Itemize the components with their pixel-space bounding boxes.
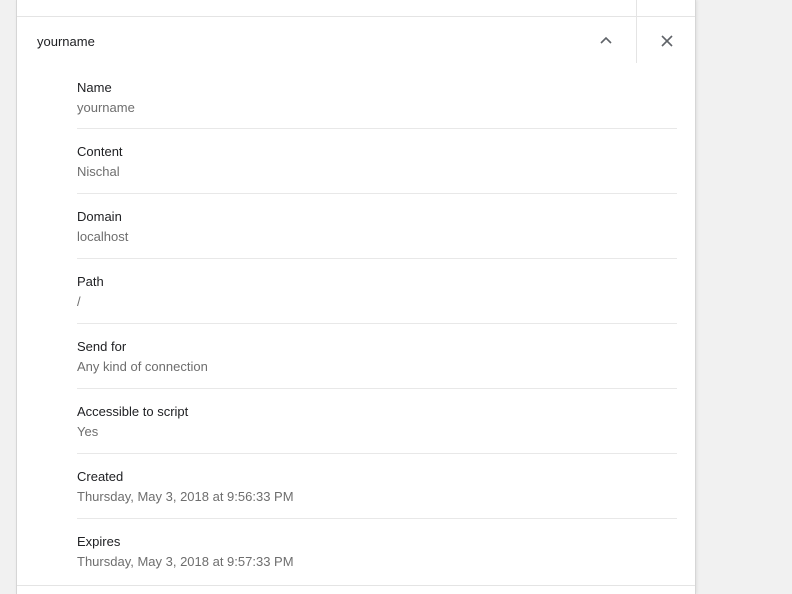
field-label: Path xyxy=(77,274,104,289)
field-value: Thursday, May 3, 2018 at 9:56:33 PM xyxy=(77,489,294,504)
collapse-button[interactable] xyxy=(591,25,621,55)
field-label: Accessible to script xyxy=(77,404,189,419)
field-label: Content xyxy=(77,144,123,159)
remove-cookie-button[interactable] xyxy=(652,26,682,56)
previous-cookie-row[interactable] xyxy=(17,0,695,17)
field-label: Domain xyxy=(77,209,122,224)
cookie-list-card: yourname Name yourname Content Nischal D… xyxy=(16,0,696,594)
cookie-title: yourname xyxy=(37,34,95,49)
close-icon xyxy=(661,35,673,47)
chevron-up-icon xyxy=(600,36,612,44)
field-value: Thursday, May 3, 2018 at 9:57:33 PM xyxy=(77,554,294,569)
field-expires: Expires Thursday, May 3, 2018 at 9:57:33… xyxy=(77,519,677,584)
field-value: Nischal xyxy=(77,164,120,179)
cookie-details: Name yourname Content Nischal Domain loc… xyxy=(77,65,677,584)
next-cookie-row[interactable] xyxy=(17,585,695,594)
field-value: yourname xyxy=(77,100,135,115)
field-value: / xyxy=(77,294,81,309)
field-value: localhost xyxy=(77,229,129,244)
field-value: Any kind of connection xyxy=(77,359,208,374)
field-domain: Domain localhost xyxy=(77,194,677,259)
field-label: Send for xyxy=(77,339,127,354)
field-value: Yes xyxy=(77,424,99,439)
field-send-for: Send for Any kind of connection xyxy=(77,324,677,389)
divider xyxy=(636,17,637,63)
field-content: Content Nischal xyxy=(77,129,677,194)
divider xyxy=(636,0,637,16)
field-path: Path / xyxy=(77,259,677,324)
field-created: Created Thursday, May 3, 2018 at 9:56:33… xyxy=(77,454,677,519)
field-accessible-to-script: Accessible to script Yes xyxy=(77,389,677,454)
field-name: Name yourname xyxy=(77,65,677,129)
field-label: Expires xyxy=(77,534,121,549)
field-label: Created xyxy=(77,469,124,484)
field-label: Name xyxy=(77,80,112,95)
cookie-header[interactable]: yourname xyxy=(17,17,695,65)
